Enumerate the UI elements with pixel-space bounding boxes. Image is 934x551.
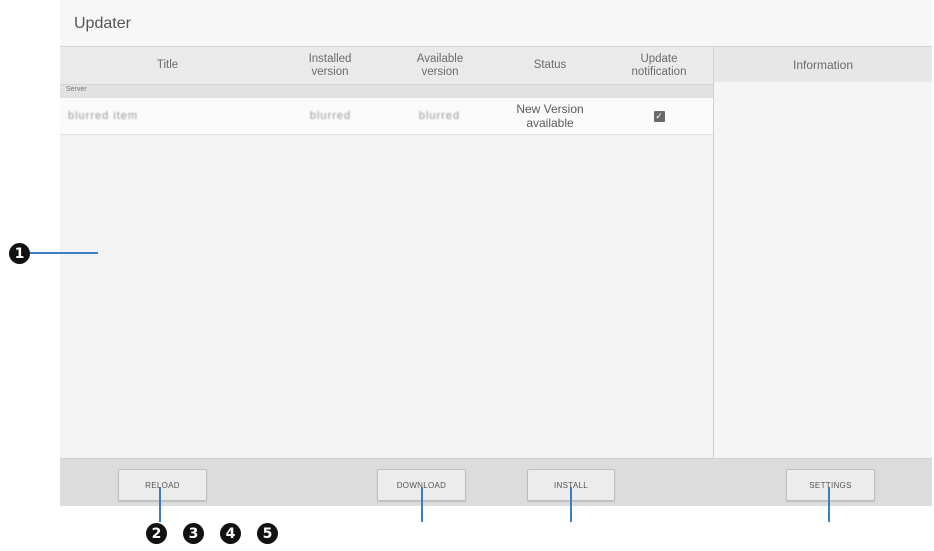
window-title: Updater xyxy=(74,15,131,32)
callout-line-2 xyxy=(159,487,161,522)
column-header-update-notification[interactable]: Update notification xyxy=(605,47,713,84)
update-notification-checkbox[interactable]: ✓ xyxy=(653,110,665,122)
callout-line-4 xyxy=(570,487,572,522)
updater-window: Updater Title Installed version Availabl… xyxy=(60,0,932,506)
checkmark-icon: ✓ xyxy=(655,110,663,121)
callout-badge-1: 1 xyxy=(9,243,30,264)
table-row[interactable]: blurred item blurred blurred New Version… xyxy=(60,98,713,135)
column-header-installed-version[interactable]: Installed version xyxy=(275,47,385,84)
callout-line-1 xyxy=(30,252,98,254)
callout-badge-3: 3 xyxy=(183,523,204,544)
information-pane: Information xyxy=(714,47,932,458)
column-header-available-version[interactable]: Available version xyxy=(385,47,495,84)
table-header: Title Installed version Available versio… xyxy=(60,47,713,85)
row-available-version: blurred xyxy=(418,110,461,122)
row-title: blurred item xyxy=(68,110,139,122)
settings-button[interactable]: SETTINGS xyxy=(786,469,875,501)
row-installed-version: blurred xyxy=(309,110,352,122)
row-status: New Version available xyxy=(516,102,584,130)
callout-line-5 xyxy=(828,487,830,522)
reload-button[interactable]: RELOAD xyxy=(118,469,207,501)
group-header-server: Server xyxy=(60,85,713,98)
callout-badge-4: 4 xyxy=(220,523,241,544)
information-header: Information xyxy=(714,47,932,82)
group-label: Server xyxy=(66,86,87,93)
app-list-table[interactable]: Title Installed version Available versio… xyxy=(60,47,713,458)
bottom-toolbar: RELOAD DOWNLOAD INSTALL SETTINGS xyxy=(60,458,932,506)
callout-line-3 xyxy=(421,487,423,522)
title-bar: Updater xyxy=(60,0,932,47)
callout-badge-5: 5 xyxy=(257,523,278,544)
column-header-title[interactable]: Title xyxy=(60,47,275,84)
column-header-status[interactable]: Status xyxy=(495,47,605,84)
callout-badge-2: 2 xyxy=(146,523,167,544)
